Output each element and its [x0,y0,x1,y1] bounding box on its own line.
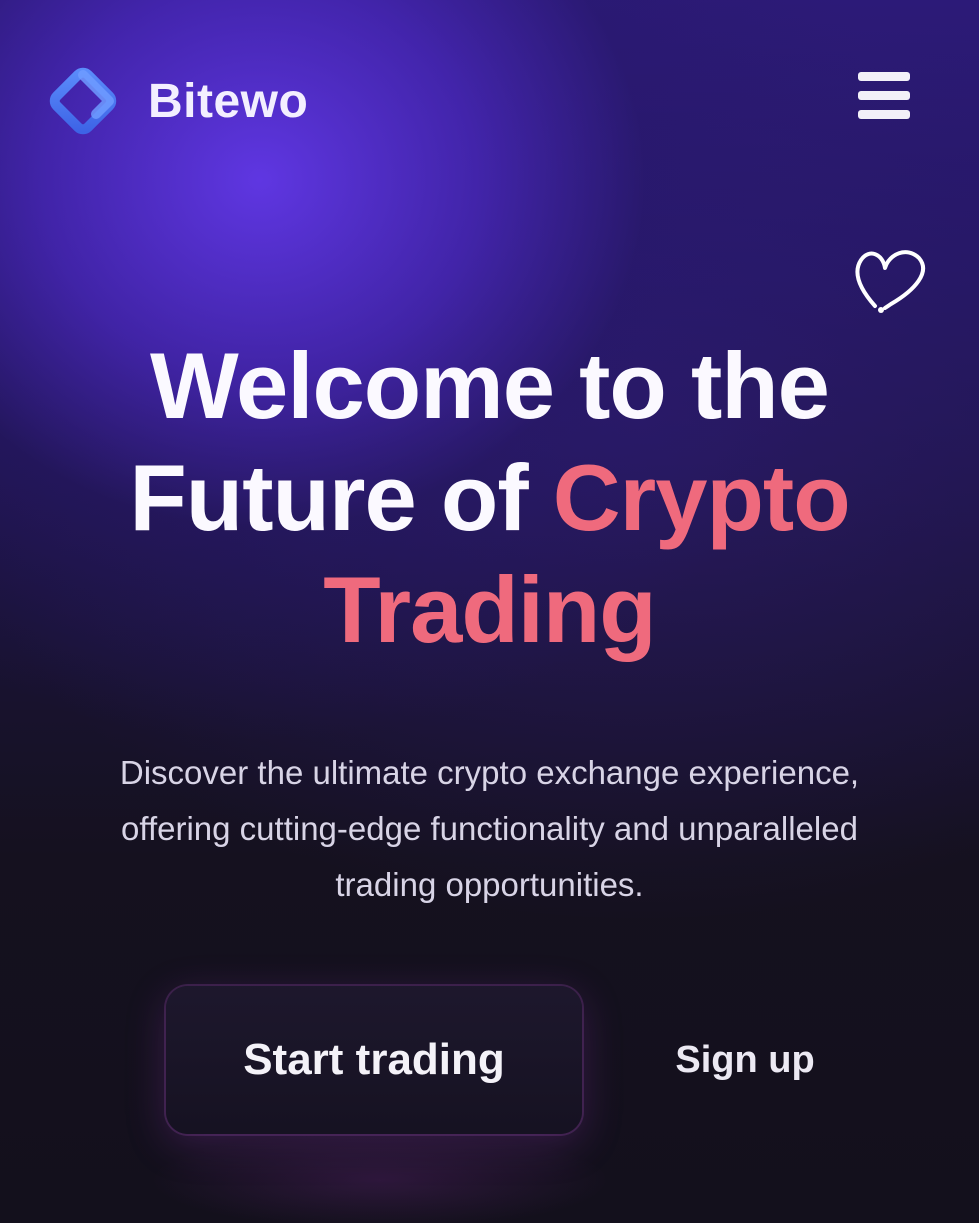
menu-bar-top [858,72,910,81]
sign-up-link[interactable]: Sign up [650,1020,840,1100]
heart-doodle-icon [855,250,926,313]
hamburger-menu-icon[interactable] [852,70,916,122]
headline-text-crypto: Crypto [552,445,851,550]
headline-line-2: Future of Crypto [0,442,979,554]
hero-subtitle: Discover the ultimate crypto exchange ex… [119,754,860,903]
headline-text-welcome: Welcome to the [150,333,830,438]
menu-bar-middle [858,91,910,100]
headline-line-1: Welcome to the [0,330,979,442]
diamond-logo-icon [49,67,117,135]
headline-text-future-of: Future of [129,445,553,550]
headline-line-3: Trading [0,554,979,666]
menu-bar-bottom [858,110,910,119]
button-glow [150,1130,610,1223]
brand-logo[interactable]: Bitewo [44,62,308,140]
top-navigation-bar: Bitewo [0,0,979,190]
headline-text-trading: Trading [323,557,656,662]
landing-page: Bitewo Welcome to the Future of Crypto T… [0,0,979,1223]
start-trading-button[interactable]: Start trading [166,986,582,1134]
hero-headline: Welcome to the Future of Crypto Trading [0,330,979,666]
brand-name: Bitewo [148,74,309,128]
